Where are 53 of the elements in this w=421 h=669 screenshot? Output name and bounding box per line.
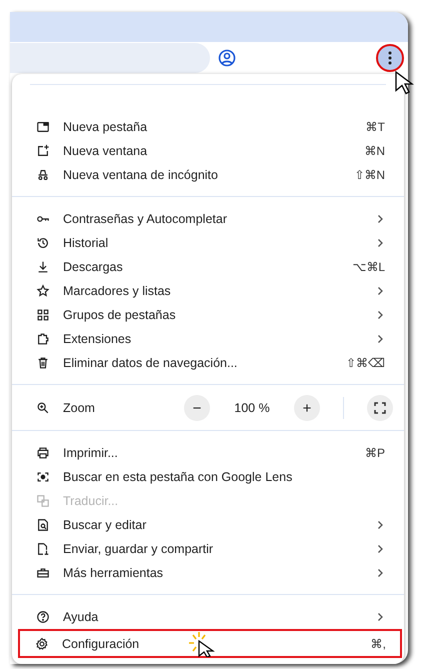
menu-button[interactable]	[376, 44, 404, 72]
menu-item[interactable]: Grupos de pestañas	[12, 303, 404, 327]
zoom-icon	[36, 401, 50, 415]
menu-item[interactable]: Eliminar datos de navegación... ⇧⌘⌫	[12, 351, 404, 375]
document-search-icon	[36, 518, 50, 532]
menu-item[interactable]: Configuración ⌘,	[18, 629, 402, 658]
window-plus-icon	[36, 144, 50, 158]
chevron-icon	[375, 286, 385, 296]
chevron-icon	[375, 334, 385, 344]
menu-item[interactable]: Marcadores y listas	[12, 279, 404, 303]
chevron-icon	[375, 238, 385, 248]
toolbox-icon	[36, 566, 50, 580]
chevron-icon	[375, 310, 385, 320]
lens-icon	[36, 470, 50, 484]
menu-item[interactable]: Buscar en esta pestaña con Google Lens	[12, 465, 404, 489]
menu-item[interactable]: Descargas ⌥⌘L	[12, 255, 404, 279]
chevron-icon	[375, 612, 385, 622]
chevron-icon	[375, 544, 385, 554]
tab-icon	[36, 120, 50, 134]
file-share-icon	[36, 542, 50, 556]
menu-item[interactable]: Extensiones	[12, 327, 404, 351]
puzzle-icon	[36, 332, 50, 346]
history-icon	[36, 236, 50, 250]
gear-icon	[35, 636, 49, 650]
chevron-icon	[375, 520, 385, 530]
zoom-out-button[interactable]: −	[184, 395, 210, 421]
menu-item[interactable]: Imprimir... ⌘P	[12, 441, 404, 465]
menu-item[interactable]: Contraseñas y Autocompletar	[12, 207, 404, 231]
fullscreen-icon	[374, 402, 386, 414]
menu-item[interactable]: Historial	[12, 231, 404, 255]
star-icon	[36, 284, 50, 298]
chevron-icon	[375, 568, 385, 578]
grid-icon	[36, 308, 50, 322]
printer-icon	[36, 446, 50, 460]
trash-icon	[36, 356, 50, 370]
menu-item[interactable]: Enviar, guardar y compartir	[12, 537, 404, 561]
zoom-label: Zoom	[63, 401, 96, 415]
fullscreen-button[interactable]	[367, 395, 393, 421]
profile-icon[interactable]	[218, 48, 236, 67]
menu-item[interactable]: Nueva ventana ⌘N	[12, 139, 404, 163]
incognito-icon	[36, 168, 50, 182]
more-icon	[388, 50, 392, 65]
zoom-in-button[interactable]: +	[294, 395, 320, 421]
zoom-level: 100 %	[233, 401, 271, 415]
help-icon	[36, 610, 50, 624]
translate-icon	[36, 494, 50, 508]
menu-item[interactable]: Buscar y editar	[12, 513, 404, 537]
download-icon	[36, 260, 50, 274]
menu-item[interactable]: Nueva ventana de incógnito ⇧⌘N	[12, 163, 404, 187]
chevron-icon	[375, 214, 385, 224]
menu-item[interactable]: Más herramientas	[12, 561, 404, 585]
menu-item[interactable]: Nueva pestaña ⌘T	[12, 115, 404, 139]
menu-item[interactable]: Ayuda	[12, 605, 404, 629]
